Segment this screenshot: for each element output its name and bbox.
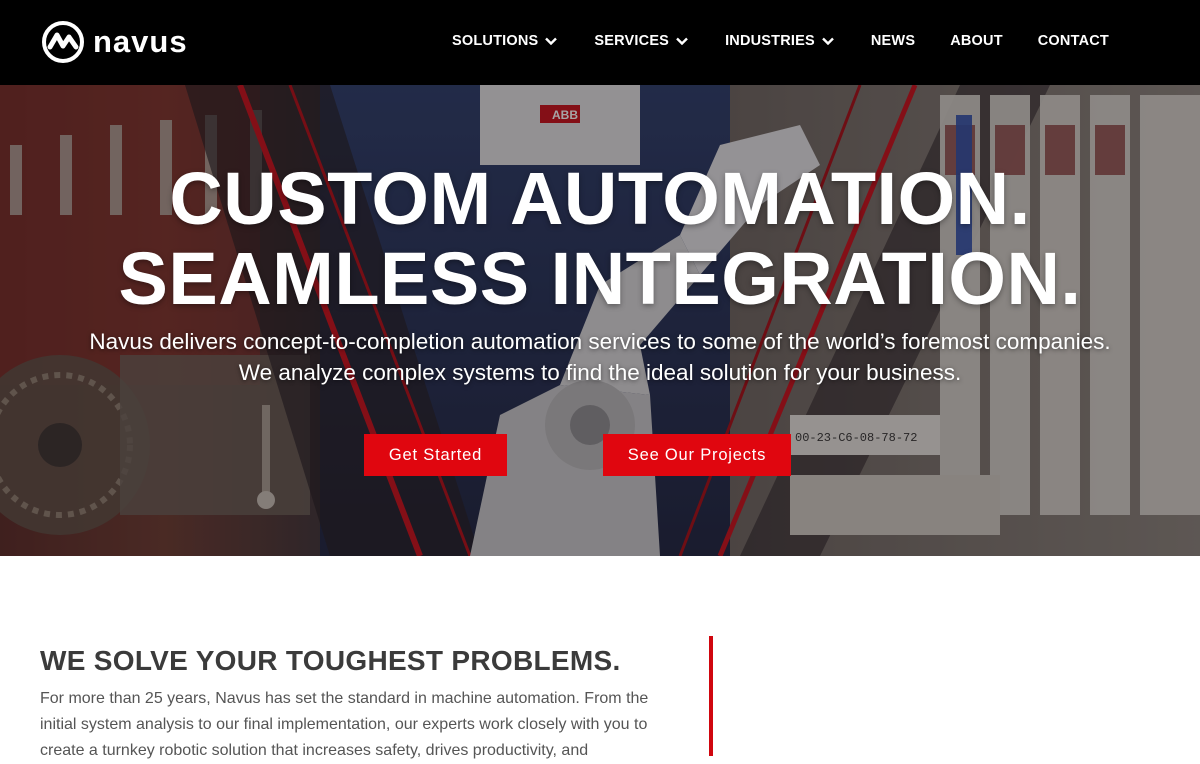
site-header: navus SOLUTIONS SERVICES INDUSTRIES NEWS… xyxy=(0,0,1200,85)
see-our-projects-button[interactable]: See Our Projects xyxy=(603,434,791,476)
nav-label: INDUSTRIES xyxy=(725,33,815,49)
intro-section: WE SOLVE YOUR TOUGHEST PROBLEMS. For mor… xyxy=(0,556,1200,759)
nav-services[interactable]: SERVICES xyxy=(594,31,688,51)
main-nav: SOLUTIONS SERVICES INDUSTRIES NEWS ABOUT… xyxy=(452,31,1200,51)
logo-wordmark: navus xyxy=(93,24,188,59)
nav-solutions[interactable]: SOLUTIONS xyxy=(452,31,558,51)
hero-subtitle-line-1: Navus delivers concept-to-completion aut… xyxy=(89,329,1111,354)
hero-title-line-2: SEAMLESS INTEGRATION. xyxy=(118,237,1082,320)
navus-logo-icon xyxy=(42,21,84,63)
chevron-down-icon xyxy=(676,37,688,45)
nav-industries[interactable]: INDUSTRIES xyxy=(725,31,834,51)
nav-label: NEWS xyxy=(870,33,916,49)
hero-overlay xyxy=(0,85,1200,556)
hero-title-line-1: CUSTOM AUTOMATION. xyxy=(169,157,1031,240)
hero-title: CUSTOM AUTOMATION. SEAMLESS INTEGRATION. xyxy=(0,159,1200,319)
nav-label: SOLUTIONS xyxy=(452,33,539,49)
nav-label: ABOUT xyxy=(950,33,1003,49)
intro-body: For more than 25 years, Navus has set th… xyxy=(40,690,649,759)
nav-about[interactable]: ABOUT xyxy=(950,31,1003,51)
hero-section: 00-23-C6-08-78-72 ABB CUSTOM AUTOMATION.… xyxy=(0,85,1200,556)
nav-label: SERVICES xyxy=(594,33,670,49)
red-divider xyxy=(709,636,713,756)
chevron-down-icon xyxy=(822,37,834,45)
intro-heading: WE SOLVE YOUR TOUGHEST PROBLEMS. xyxy=(40,645,621,676)
nav-news[interactable]: NEWS xyxy=(871,31,915,51)
hero-subtitle-line-2: We analyze complex systems to find the i… xyxy=(238,360,962,385)
hero-subtitle: Navus delivers concept-to-completion aut… xyxy=(0,326,1200,388)
get-started-button[interactable]: Get Started xyxy=(364,434,507,476)
nav-contact[interactable]: CONTACT xyxy=(1038,31,1109,51)
nav-label: CONTACT xyxy=(1037,33,1109,49)
navus-logo[interactable]: navus xyxy=(42,21,188,63)
chevron-down-icon xyxy=(545,37,558,45)
